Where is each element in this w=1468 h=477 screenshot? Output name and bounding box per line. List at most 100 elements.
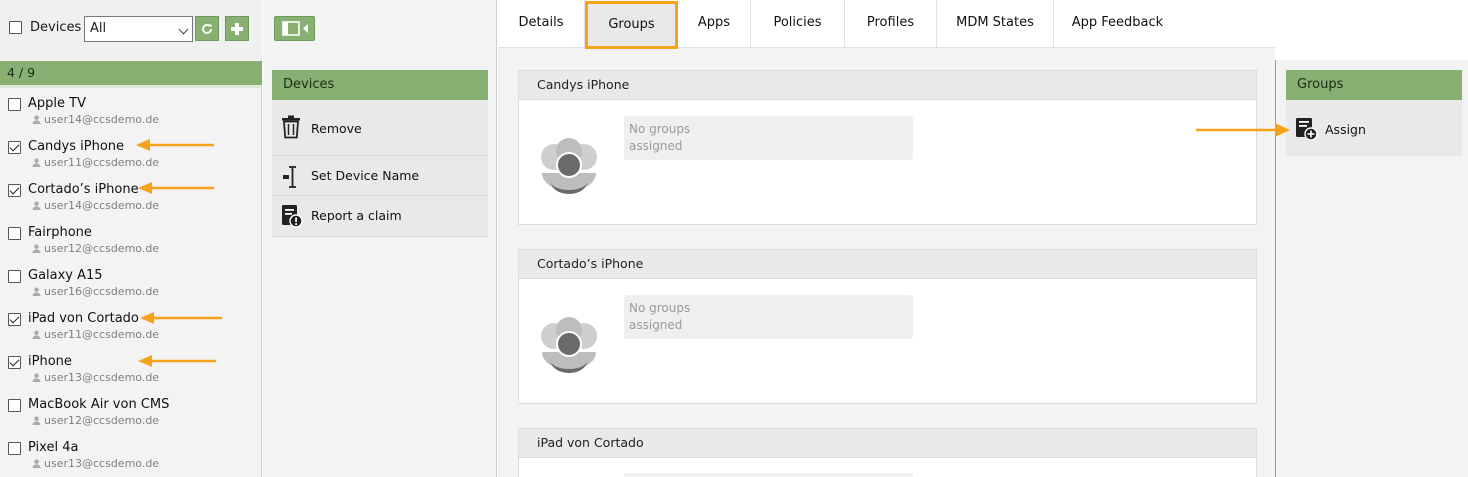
card-title: iPad von Cortado — [519, 429, 1256, 458]
add-device-button[interactable] — [225, 16, 249, 41]
device-name: Pixel 4a — [28, 440, 79, 455]
device-list-item[interactable]: Candys iPhone user11@ccsdemo.de — [0, 139, 262, 182]
set-device-name-action[interactable]: Set Device Name — [272, 156, 488, 196]
remove-action[interactable]: Remove — [272, 100, 488, 156]
tab-app-feedback-label: App Feedback — [1071, 15, 1164, 30]
chevron-down-icon — [178, 24, 189, 35]
device-name: Cortado’s iPhone — [28, 182, 139, 197]
device-checkbox[interactable] — [8, 141, 21, 154]
remove-label: Remove — [311, 121, 362, 136]
device-list-pane: Devices All 4 / 9 Apple TV user14@ccsdemo… — [0, 0, 262, 477]
app-window: Devices All 4 / 9 Apple TV user14@ccsdemo… — [0, 0, 1468, 477]
tab-details-label: Details — [518, 15, 564, 30]
no-groups-message: No groups assigned — [624, 295, 913, 339]
device-checkbox[interactable] — [8, 270, 21, 283]
tab-details[interactable]: Details — [498, 0, 585, 48]
no-groups-message: No groups assigned — [624, 116, 913, 160]
refresh-button[interactable] — [195, 16, 219, 41]
set-device-name-label: Set Device Name — [311, 168, 420, 183]
device-list-item[interactable]: Cortado’s iPhone user14@ccsdemo.de — [0, 182, 262, 225]
device-group-card: Cortado’s iPhone No groups assigned — [518, 249, 1257, 404]
device-name: iPhone — [28, 354, 72, 369]
device-user-email: user14@ccsdemo.de — [44, 199, 160, 212]
tab-groups-label: Groups — [608, 17, 655, 32]
assign-group-icon — [1296, 118, 1318, 141]
tab-mdm-states[interactable]: MDM States — [937, 0, 1054, 48]
device-checkbox[interactable] — [8, 356, 21, 369]
annotation-arrow — [136, 139, 214, 151]
device-name: Candys iPhone — [28, 139, 125, 154]
device-checkbox[interactable] — [8, 227, 21, 240]
device-user-email: user14@ccsdemo.de — [44, 113, 160, 126]
device-checkbox[interactable] — [8, 399, 21, 412]
device-list-item[interactable]: MacBook Air von CMS user12@ccsdemo.de — [0, 397, 262, 440]
select-all-checkbox[interactable] — [9, 21, 22, 34]
annotation-arrow — [138, 355, 216, 367]
annotation-arrow — [138, 182, 214, 194]
device-checkbox[interactable] — [8, 184, 21, 197]
selection-count: 4 / 9 — [7, 65, 36, 80]
device-name: Apple TV — [28, 96, 86, 111]
refresh-icon — [202, 24, 212, 34]
device-name: MacBook Air von CMS — [28, 397, 170, 412]
actions-title-text: Devices — [283, 77, 335, 92]
tab-apps[interactable]: Apps — [678, 0, 751, 48]
device-list-item[interactable]: Pixel 4a user13@ccsdemo.de — [0, 440, 262, 477]
card-title: Cortado’s iPhone — [519, 250, 1256, 279]
user-icon — [32, 158, 41, 167]
tab-mdm-states-label: MDM States — [956, 15, 1034, 30]
groups-title-text: Groups — [1297, 77, 1344, 92]
device-user-email: user11@ccsdemo.de — [44, 328, 160, 341]
assign-action[interactable]: Assign — [1286, 100, 1462, 156]
actions-panel-title: Devices — [272, 70, 488, 108]
user-icon — [32, 416, 41, 425]
device-list-item[interactable]: iPhone user13@ccsdemo.de — [0, 354, 262, 397]
device-user-email: user11@ccsdemo.de — [44, 156, 160, 169]
device-user-email: user16@ccsdemo.de — [44, 285, 160, 298]
annotation-arrow — [140, 312, 222, 324]
no-groups-message — [624, 473, 913, 477]
toggle-sidebar-button[interactable] — [274, 16, 315, 41]
device-list-item[interactable]: Apple TV user14@ccsdemo.de — [0, 96, 262, 139]
claim-report-icon — [282, 205, 303, 228]
device-group-card: iPad von Cortado — [518, 428, 1257, 477]
tab-apps-label: Apps — [697, 15, 731, 30]
device-filter-value: All — [90, 21, 107, 36]
user-icon — [32, 244, 41, 253]
trash-icon — [282, 115, 300, 139]
main-content: Details Groups Apps Policies Profiles MD… — [498, 0, 1468, 477]
tab-policies[interactable]: Policies — [751, 0, 845, 48]
device-checkbox[interactable] — [8, 313, 21, 326]
groups-panel-title: Groups — [1286, 70, 1462, 108]
tab-groups[interactable]: Groups — [585, 1, 678, 49]
report-claim-action[interactable]: Report a claim — [272, 196, 488, 237]
user-icon — [32, 115, 41, 124]
report-claim-label: Report a claim — [311, 208, 402, 223]
tab-bar-extension — [1275, 0, 1468, 48]
user-icon — [32, 330, 41, 339]
device-name: Fairphone — [28, 225, 92, 240]
device-checkbox[interactable] — [8, 442, 21, 455]
device-list-header: Devices All — [0, 0, 262, 60]
user-icon — [32, 201, 41, 210]
selection-count-bar: 4 / 9 — [0, 61, 262, 88]
card-title: Candys iPhone — [519, 71, 1256, 100]
user-icon — [32, 373, 41, 382]
plus-icon — [231, 23, 243, 35]
groups-actions-pane: Groups Assign — [1275, 60, 1468, 477]
user-icon — [32, 287, 41, 296]
actions-pane: Devices Remove Set Device Name Report a … — [263, 0, 497, 477]
assign-label: Assign — [1325, 122, 1366, 137]
device-list-item[interactable]: Fairphone user12@ccsdemo.de — [0, 225, 262, 268]
device-checkbox[interactable] — [8, 98, 21, 111]
tab-profiles[interactable]: Profiles — [845, 0, 937, 48]
device-name: iPad von Cortado — [28, 311, 139, 326]
device-user-email: user12@ccsdemo.de — [44, 242, 160, 255]
device-list-item[interactable]: Galaxy A15 user16@ccsdemo.de — [0, 268, 262, 311]
device-filter-select[interactable]: All — [84, 16, 193, 42]
device-user-email: user12@ccsdemo.de — [44, 414, 160, 427]
device-user-email: user13@ccsdemo.de — [44, 457, 160, 470]
tab-app-feedback[interactable]: App Feedback — [1054, 0, 1181, 48]
device-group-card: Candys iPhone No groups assigned — [518, 70, 1257, 225]
devices-label: Devices — [30, 20, 82, 35]
